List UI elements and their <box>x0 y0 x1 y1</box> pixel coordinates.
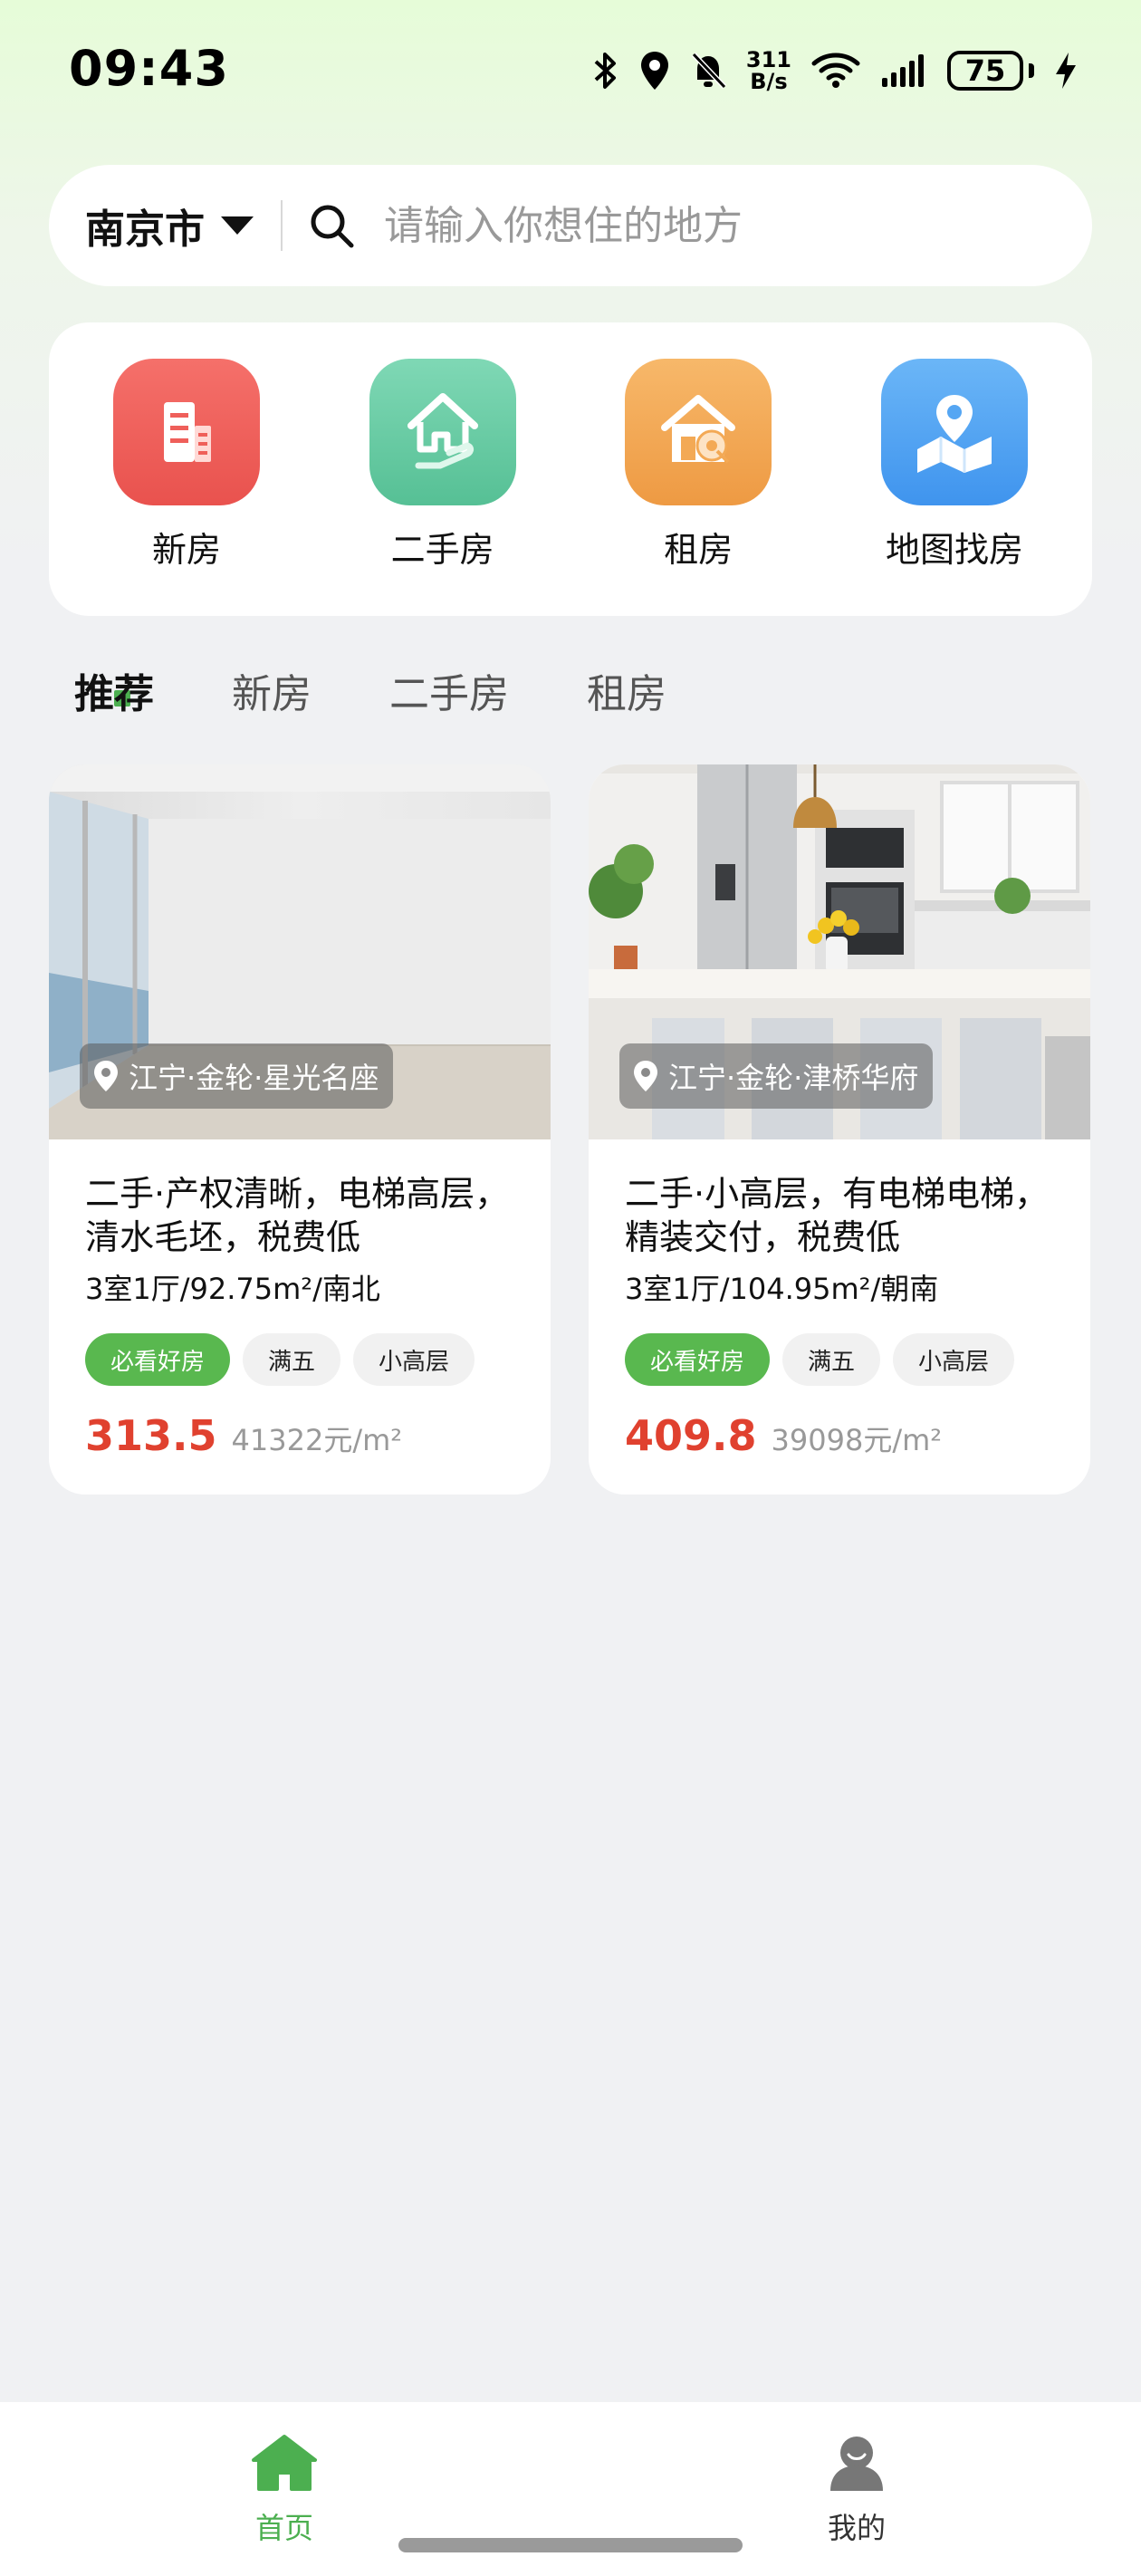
nav-home-label: 首页 <box>254 2511 313 2545</box>
nav-me-label: 我的 <box>827 2511 886 2545</box>
building-icon <box>113 359 260 505</box>
price-row: 409.8 39098元/m² <box>625 1411 1054 1460</box>
listing-card[interactable]: 江宁·金轮·星光名座 二手·产权清晰，电梯高层，清水毛坯，税费低 3室1厅/92… <box>49 764 551 1495</box>
tag-mid-rise: 小高层 <box>353 1333 475 1386</box>
nav-home[interactable]: 首页 <box>212 2433 357 2547</box>
bell-off-icon <box>691 52 726 90</box>
listing-tags: 必看好房 满五 小高层 <box>85 1333 514 1386</box>
listing-spec: 3室1厅/92.75m²/南北 <box>85 1272 380 1306</box>
listing-title: 二手·小高层，有电梯电梯，精装交付，税费低 <box>625 1174 1050 1257</box>
category-label: 地图找房 <box>885 530 1023 570</box>
category-rent[interactable]: 租房 <box>617 359 780 616</box>
listing-spec: 3室1厅/104.95m²/朝南 <box>625 1272 939 1306</box>
bluetooth-icon <box>594 53 616 89</box>
listing-unit-price: 41322元/m² <box>231 1423 403 1457</box>
tab-new-house[interactable]: 新房 <box>232 661 312 719</box>
net-speed-unit: B/s <box>750 69 788 94</box>
category-label: 租房 <box>664 530 734 570</box>
location-pin-icon <box>94 1061 118 1091</box>
status-bar: 09:43 311 B/s 75 <box>0 0 1141 136</box>
net-speed: 311 B/s <box>746 49 791 92</box>
status-time: 09:43 <box>69 40 229 97</box>
category-second-hand[interactable]: 二手房 <box>361 359 524 616</box>
location-icon <box>640 52 668 90</box>
tag-must-see: 必看好房 <box>85 1333 231 1386</box>
listing-price: 313.5 <box>85 1411 217 1460</box>
search-bar: 南京市 <box>49 165 1092 286</box>
nav-me[interactable]: 我的 <box>784 2433 929 2547</box>
search-divider <box>281 200 283 251</box>
signal-icon <box>882 54 924 87</box>
category-panel: 新房 二手房 租房 地图找房 <box>49 322 1092 616</box>
wifi-icon <box>811 53 860 88</box>
category-label: 二手房 <box>390 530 494 570</box>
tab-recommend[interactable]: 推荐 <box>74 661 154 719</box>
location-chip: 江宁·金轮·津桥华府 <box>619 1043 934 1109</box>
location-chip: 江宁·金轮·星光名座 <box>80 1043 394 1109</box>
category-label: 新房 <box>151 530 221 570</box>
category-new-house[interactable]: 新房 <box>105 359 268 616</box>
battery-level: 75 <box>947 51 1023 91</box>
house-key-icon <box>625 359 772 505</box>
house-hand-icon <box>369 359 516 505</box>
city-name: 南京市 <box>85 207 205 253</box>
tab-rent[interactable]: 租房 <box>587 661 666 719</box>
listing-photo: 江宁·金轮·津桥华府 <box>589 764 1090 1139</box>
tag-five-years: 满五 <box>243 1333 341 1386</box>
listing-info: 二手·产权清晰，电梯高层，清水毛坯，税费低 3室1厅/92.75m²/南北 必看… <box>49 1139 551 1460</box>
home-icon <box>252 2435 317 2491</box>
listing-photo: 江宁·金轮·星光名座 <box>49 764 551 1139</box>
listing-tabs: 推荐 新房 二手房 租房 <box>74 661 666 719</box>
listing-tags: 必看好房 满五 小高层 <box>625 1333 1054 1386</box>
search-icon <box>311 205 354 248</box>
listing-location: 江宁·金轮·星光名座 <box>129 1061 379 1095</box>
city-selector[interactable]: 南京市 <box>49 197 255 255</box>
battery-tip <box>1029 63 1034 78</box>
listing-card[interactable]: 江宁·金轮·津桥华府 二手·小高层，有电梯电梯，精装交付，税费低 3室1厅/10… <box>589 764 1090 1495</box>
listing-title: 二手·产权清晰，电梯高层，清水毛坯，税费低 <box>85 1174 510 1257</box>
battery: 75 <box>947 51 1034 91</box>
search-input[interactable] <box>384 202 1018 249</box>
listing-info: 二手·小高层，有电梯电梯，精装交付，税费低 3室1厅/104.95m²/朝南 必… <box>589 1139 1090 1460</box>
chevron-down-icon <box>221 216 254 235</box>
tag-mid-rise: 小高层 <box>893 1333 1015 1386</box>
charging-icon <box>1056 53 1076 89</box>
map-pin-icon <box>880 359 1028 505</box>
tag-must-see: 必看好房 <box>625 1333 771 1386</box>
price-row: 313.5 41322元/m² <box>85 1411 514 1460</box>
user-icon <box>830 2437 883 2491</box>
listing-unit-price: 39098元/m² <box>771 1423 943 1457</box>
tab-second-hand[interactable]: 二手房 <box>389 661 509 719</box>
listing-location: 江宁·金轮·津桥华府 <box>668 1061 919 1095</box>
home-indicator[interactable] <box>398 2538 743 2552</box>
tag-five-years: 满五 <box>782 1333 881 1386</box>
status-icons: 311 B/s 75 <box>592 43 1078 98</box>
listing-price: 409.8 <box>625 1411 757 1460</box>
net-speed-value: 311 <box>745 47 791 72</box>
location-pin-icon <box>634 1061 657 1091</box>
category-map-search[interactable]: 地图找房 <box>873 359 1036 616</box>
